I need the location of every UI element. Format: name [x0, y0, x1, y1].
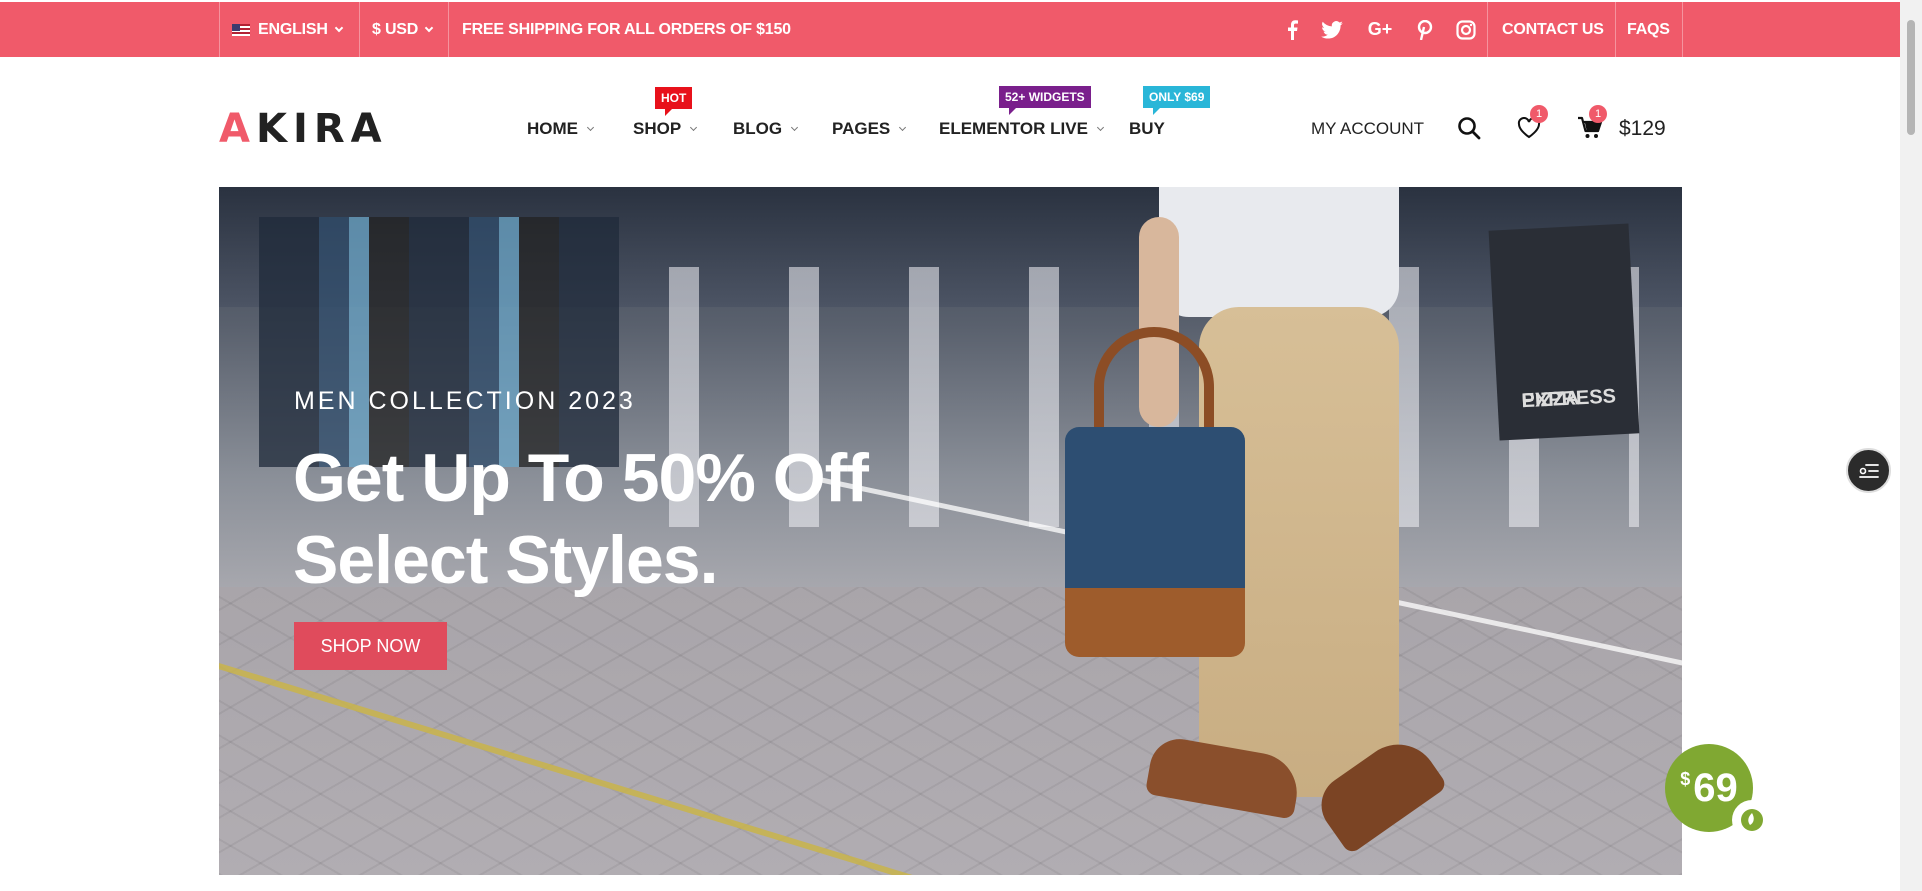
- chevron-down-icon: [791, 123, 799, 131]
- nav-elementor-live-label: ELEMENTOR LIVE: [939, 119, 1088, 138]
- chevron-down-icon: [1096, 123, 1104, 131]
- chevron-down-icon: [586, 123, 595, 131]
- hero-subtitle: MEN COLLECTION 2023: [294, 387, 636, 415]
- site-logo[interactable]: AKIRA: [219, 106, 388, 152]
- my-account-link[interactable]: MY ACCOUNT: [1311, 116, 1424, 142]
- facebook-icon[interactable]: [1277, 2, 1307, 57]
- hot-badge: HOT: [655, 87, 693, 116]
- hero-photo-bag: [1065, 427, 1245, 657]
- divider: [219, 2, 220, 57]
- sliders-icon: [1858, 463, 1879, 478]
- nav-shop-label: SHOP: [633, 119, 682, 138]
- top-bar: ENGLISH $ USD FREE SHIPPING FOR ALL ORDE…: [0, 2, 1900, 57]
- nav-elementor-live[interactable]: ELEMENTOR LIVE: [939, 116, 1104, 142]
- pinterest-icon[interactable]: [1410, 2, 1440, 57]
- price-currency: $: [1680, 768, 1691, 789]
- sign-text-line2: EXPRESS: [1520, 385, 1617, 413]
- divider: [1487, 2, 1488, 57]
- twitter-icon[interactable]: [1317, 2, 1347, 57]
- logo-text: KIRA: [255, 106, 388, 152]
- shop-now-button[interactable]: SHOP NOW: [294, 622, 447, 670]
- chevron-down-icon: [424, 23, 434, 32]
- nav-pages-label: PAGES: [832, 119, 891, 138]
- shipping-notice: FREE SHIPPING FOR ALL ORDERS OF $150: [462, 20, 791, 38]
- hero-banner: PIZZA EXPRESS MEN COLLECTION 2023 Get Up …: [219, 187, 1682, 875]
- hero-headline: Get Up To 50% Off Select Styles.: [293, 437, 869, 601]
- nav-blog[interactable]: BLOG: [733, 116, 799, 142]
- search-icon[interactable]: [1455, 114, 1483, 142]
- divider: [1615, 2, 1616, 57]
- language-selector[interactable]: ENGLISH: [232, 2, 343, 57]
- price-value: 69: [1693, 765, 1738, 810]
- google-plus-glyph: G+: [1367, 19, 1393, 39]
- hero-photo-pizza-sign: PIZZA EXPRESS: [1488, 223, 1640, 441]
- instagram-icon[interactable]: [1451, 2, 1481, 57]
- divider: [359, 2, 360, 57]
- nav-home[interactable]: HOME: [527, 116, 595, 142]
- logo-letter-a: A: [219, 106, 256, 152]
- cart-count-badge: 1: [1589, 105, 1607, 123]
- cart-total[interactable]: $129: [1619, 116, 1666, 142]
- us-flag-icon: [232, 23, 250, 36]
- language-label: ENGLISH: [258, 20, 328, 38]
- hero-photo-shirt: [1159, 187, 1399, 317]
- nav-shop[interactable]: SHOP: [633, 116, 698, 142]
- scrollbar-thumb[interactable]: [1907, 20, 1915, 135]
- faqs-link[interactable]: FAQS: [1627, 2, 1670, 57]
- chevron-down-icon: [334, 23, 343, 32]
- widgets-badge: 52+ WIDGETS: [999, 86, 1091, 115]
- nav-buy[interactable]: BUY: [1129, 116, 1165, 142]
- nav-home-label: HOME: [527, 119, 578, 138]
- envato-leaf-icon: [1734, 802, 1770, 838]
- chevron-down-icon: [690, 123, 698, 131]
- divider: [1682, 2, 1683, 57]
- hero-photo-menu-boards: [259, 217, 619, 467]
- chevron-down-icon: [899, 123, 907, 131]
- hero-headline-line2: Select Styles.: [293, 522, 718, 598]
- page: ENGLISH $ USD FREE SHIPPING FOR ALL ORDE…: [0, 0, 1922, 891]
- page-scrollbar[interactable]: [1900, 0, 1922, 891]
- google-plus-icon[interactable]: G+: [1365, 2, 1395, 57]
- wishlist-count-badge: 1: [1530, 105, 1548, 123]
- divider: [448, 2, 449, 57]
- currency-label: $ USD: [372, 20, 419, 38]
- settings-toggle-button[interactable]: [1846, 448, 1891, 493]
- price-badge: ONLY $69: [1143, 86, 1211, 115]
- nav-blog-label: BLOG: [733, 119, 783, 138]
- hero-headline-line1: Get Up To 50% Off: [293, 440, 869, 516]
- contact-us-link[interactable]: CONTACT US: [1502, 2, 1604, 57]
- currency-selector[interactable]: $ USD: [372, 2, 434, 57]
- nav-pages[interactable]: PAGES: [832, 116, 907, 142]
- nav-buy-label: BUY: [1129, 119, 1165, 138]
